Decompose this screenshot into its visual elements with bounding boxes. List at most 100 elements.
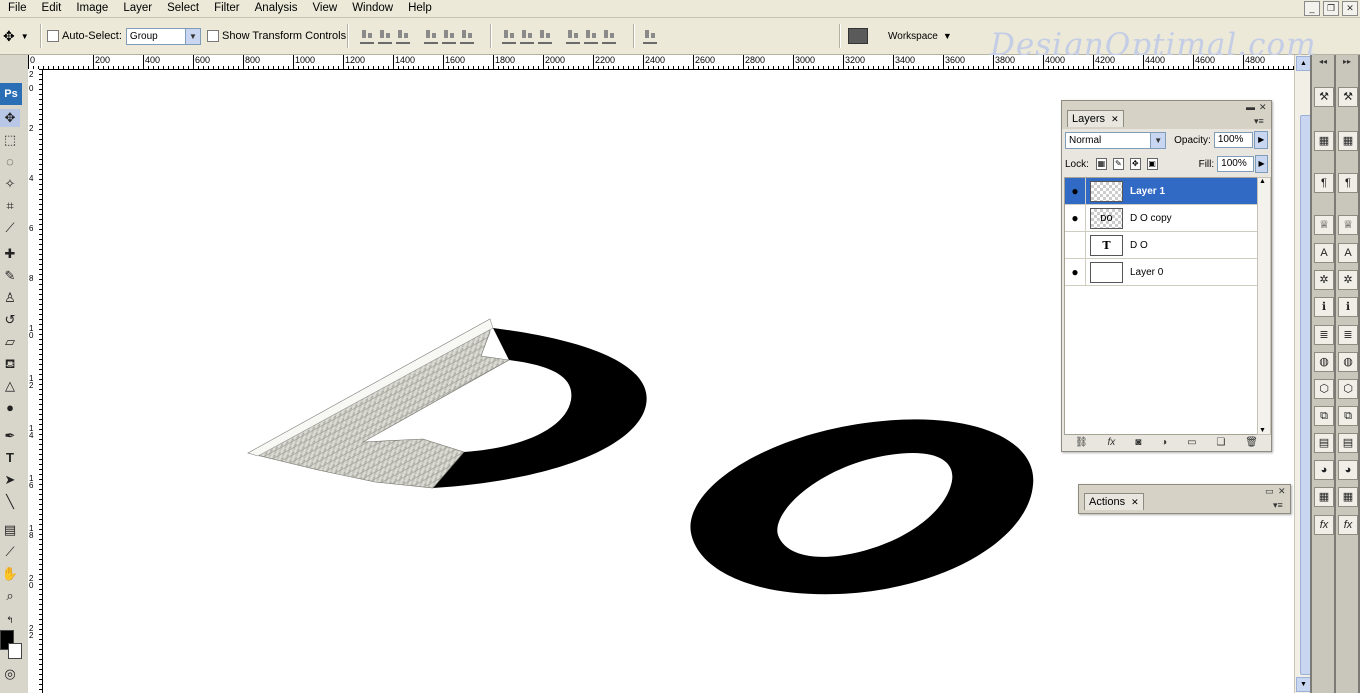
blend-mode-dropdown[interactable]: Normal ▼ — [1065, 131, 1167, 149]
fill-input[interactable]: 100% — [1217, 156, 1255, 172]
link-layers-icon[interactable]: ⛓ — [1075, 437, 1088, 448]
dodge-tool-icon[interactable]: ● — [0, 399, 20, 417]
blur-tool-icon[interactable]: △ — [0, 377, 20, 395]
bridge-button[interactable] — [848, 18, 868, 54]
animation-icon-2[interactable]: ▤ — [1338, 433, 1358, 453]
panel-menu-icon[interactable]: ▾≡ — [1273, 500, 1283, 511]
healing-brush-icon[interactable]: ✚ — [0, 245, 20, 263]
layer-comps-icon-2[interactable]: ≣ — [1338, 325, 1358, 345]
character-icon-2[interactable]: A — [1338, 243, 1358, 263]
align-right-icon[interactable] — [460, 28, 474, 44]
pen-tool-icon[interactable]: ✒ — [0, 427, 20, 445]
history-icon[interactable]: ⧉ — [1314, 406, 1334, 426]
navigator-icon[interactable]: ▦ — [1314, 131, 1334, 151]
workspace-button[interactable]: Workspace ▼ — [888, 18, 952, 54]
magic-wand-icon[interactable]: ✧ — [0, 175, 20, 193]
notes-tool-icon[interactable]: ▤ — [0, 521, 20, 539]
navigator-icon-2[interactable]: ▦ — [1338, 131, 1358, 151]
close-button[interactable]: ✕ — [1342, 1, 1358, 16]
align-top-icon[interactable] — [360, 28, 374, 44]
lasso-tool-icon[interactable]: ◌ — [0, 153, 20, 171]
history-icon-2[interactable]: ⧉ — [1338, 406, 1358, 426]
channels-icon-2[interactable]: ◍ — [1338, 352, 1358, 372]
paths-icon-2[interactable]: ⬡ — [1338, 379, 1358, 399]
collapse-icon[interactable]: ◂◂ — [1312, 57, 1334, 67]
paths-icon[interactable]: ⬡ — [1314, 379, 1334, 399]
move-tool-preset[interactable]: ✥ ▼ — [3, 18, 29, 54]
menu-view[interactable]: View — [304, 0, 344, 17]
path-select-icon[interactable]: ➤ — [0, 471, 20, 489]
info-icon-2[interactable]: ℹ — [1338, 297, 1358, 317]
lock-all-icon[interactable]: ▣ — [1146, 158, 1158, 170]
expand-icon[interactable]: ▸▸ — [1336, 57, 1358, 67]
distribute-top-icon[interactable] — [502, 28, 516, 44]
auto-align-button[interactable] — [643, 18, 661, 54]
close-icon[interactable]: ✕ — [1278, 486, 1286, 497]
close-icon[interactable]: ✕ — [1259, 102, 1267, 113]
trash-icon[interactable]: 🗑 — [1245, 437, 1258, 448]
layers-tab[interactable]: Layers ✕ — [1067, 110, 1124, 127]
brushes-icon[interactable]: ✲ — [1314, 270, 1334, 290]
show-transform-checkbox[interactable] — [207, 30, 219, 42]
tool-presets-icon[interactable]: ⚒ — [1314, 87, 1334, 107]
vertical-scrollbar[interactable]: ▲ ▼ — [1294, 55, 1315, 693]
distribute-right-icon[interactable] — [602, 28, 616, 44]
menu-analysis[interactable]: Analysis — [247, 0, 305, 17]
styles-icon[interactable]: fx — [1314, 515, 1334, 535]
clone-source-icon[interactable]: ♕ — [1314, 215, 1334, 235]
type-tool-icon[interactable]: T — [0, 449, 20, 467]
align-vcenter-icon[interactable] — [378, 28, 392, 44]
color-icon-2[interactable]: ◕ — [1338, 460, 1358, 480]
fx-icon[interactable]: fx — [1108, 437, 1116, 448]
distribute-left-icon[interactable] — [566, 28, 580, 44]
auto-select-checkbox[interactable] — [47, 30, 59, 42]
layer-row-do[interactable]: T D O — [1065, 232, 1257, 259]
menu-window[interactable]: Window — [344, 0, 400, 17]
layer-row-do-copy[interactable]: ● ᴅo D O copy — [1065, 205, 1257, 232]
new-layer-icon[interactable]: ❏ — [1216, 437, 1225, 448]
lock-transparent-icon[interactable]: ▦ — [1095, 158, 1107, 170]
distribute-bottom-icon[interactable] — [538, 28, 552, 44]
paragraph-icon[interactable]: ¶ — [1314, 173, 1334, 193]
minimize-button[interactable]: _ — [1304, 1, 1320, 16]
scroll-up-icon[interactable]: ▲ — [1259, 178, 1266, 185]
color-icon[interactable]: ◕ — [1314, 460, 1334, 480]
actions-tab[interactable]: Actions ✕ — [1084, 493, 1144, 510]
swatches-icon[interactable]: ▦ — [1314, 487, 1334, 507]
menu-image[interactable]: Image — [68, 0, 115, 17]
quick-mask-icon[interactable]: ◎ — [0, 665, 20, 683]
distribute-vcenter-icon[interactable] — [520, 28, 534, 44]
scroll-down-icon[interactable]: ▼ — [1259, 427, 1266, 434]
swatches-icon-2[interactable]: ▦ — [1338, 487, 1358, 507]
eye-icon[interactable]: ● — [1065, 259, 1086, 285]
history-brush-icon[interactable]: ↺ — [0, 311, 20, 329]
brush-tool-icon[interactable]: ✎ — [0, 267, 20, 285]
eraser-tool-icon[interactable]: ▱ — [0, 333, 20, 351]
paint-bucket-icon[interactable]: ⛾ — [0, 355, 20, 373]
eyedropper-icon[interactable]: ⟋ — [0, 543, 20, 561]
layers-panel-titlebar[interactable]: Layers ✕ ▬ ✕ ▾≡ — [1062, 101, 1271, 129]
channels-icon[interactable]: ◍ — [1314, 352, 1334, 372]
clone-source-icon-2[interactable]: ♕ — [1338, 215, 1358, 235]
lock-position-icon[interactable]: ✥ — [1129, 158, 1141, 170]
animation-icon[interactable]: ▤ — [1314, 433, 1334, 453]
close-icon[interactable]: ✕ — [1111, 114, 1119, 124]
opacity-input[interactable]: 100% — [1213, 132, 1254, 148]
restore-button[interactable]: ❐ — [1323, 1, 1339, 16]
distribute-hcenter-icon[interactable] — [584, 28, 598, 44]
background-color[interactable] — [8, 643, 22, 659]
marquee-tool-icon[interactable]: ⬚ — [0, 131, 20, 149]
crop-tool-icon[interactable]: ⌗ — [0, 197, 20, 215]
layer-row-layer-1[interactable]: ● Layer 1 — [1065, 178, 1257, 205]
brushes-icon-2[interactable]: ✲ — [1338, 270, 1358, 290]
opacity-slider-arrow-icon[interactable]: ▶ — [1254, 131, 1268, 149]
restore-icon[interactable]: ▭ — [1265, 486, 1274, 497]
eye-icon[interactable]: ● — [1065, 205, 1086, 231]
visibility-toggle[interactable] — [1065, 232, 1086, 258]
line-tool-icon[interactable]: ╲ — [0, 493, 20, 511]
panel-menu-icon[interactable]: ▾≡ — [1254, 116, 1264, 127]
fill-slider-arrow-icon[interactable]: ▶ — [1255, 155, 1268, 173]
info-icon[interactable]: ℹ — [1314, 297, 1334, 317]
menu-help[interactable]: Help — [400, 0, 439, 17]
hand-tool-icon[interactable]: ✋ — [0, 565, 20, 583]
